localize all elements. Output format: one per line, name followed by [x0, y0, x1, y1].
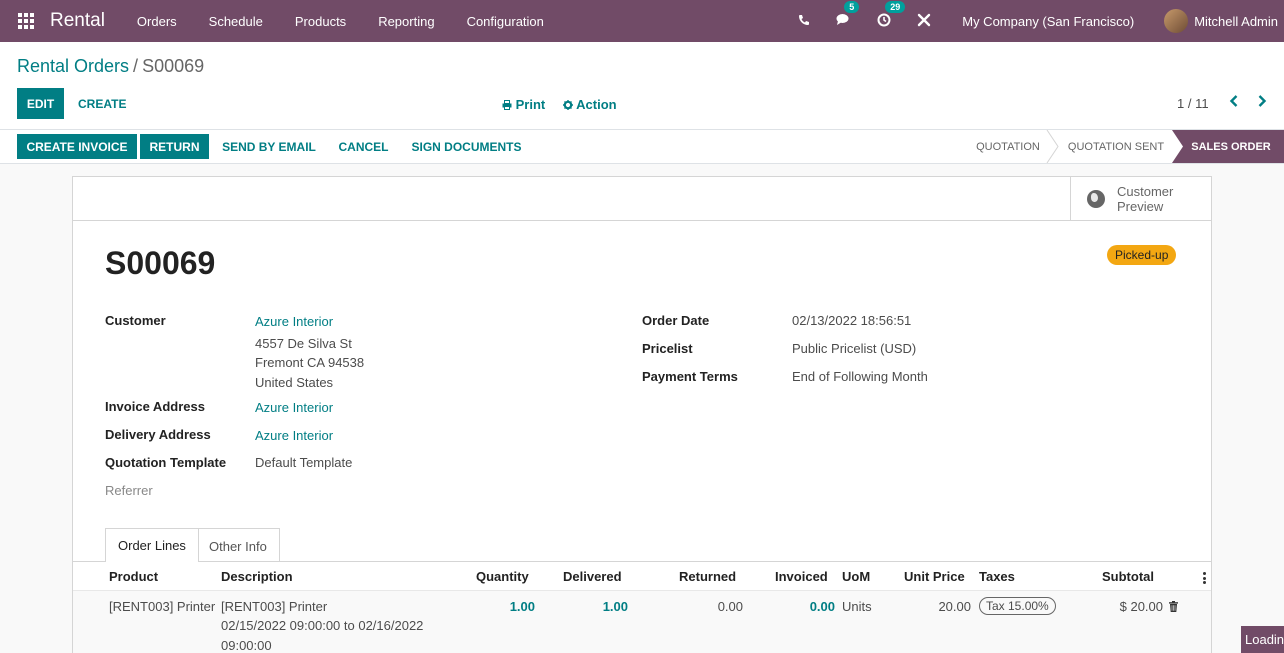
column-taxes[interactable]: Taxes — [979, 569, 1015, 584]
delivery-address-link[interactable]: Azure Interior — [255, 428, 333, 443]
payment-terms-label: Payment Terms — [642, 369, 738, 384]
tools-icon[interactable] — [917, 13, 931, 30]
customer-address-line2: Fremont CA 94538 — [255, 355, 365, 370]
tab-other-info[interactable]: Other Info — [197, 528, 280, 563]
pager-next-icon[interactable] — [1257, 94, 1267, 111]
column-returned[interactable]: Returned — [679, 569, 736, 584]
breadcrumb-current: S00069 — [142, 56, 205, 76]
delivery-address-label: Delivery Address — [105, 427, 211, 442]
pricelist-label: Pricelist — [642, 341, 693, 356]
order-date-value: 02/13/2022 18:56:51 — [792, 313, 912, 328]
stage-quotation[interactable]: QUOTATION — [966, 130, 1050, 163]
stage-divider — [1046, 130, 1059, 163]
apps-menu-icon[interactable] — [18, 13, 34, 29]
user-avatar[interactable] — [1164, 9, 1189, 33]
line-description-1[interactable]: [RENT003] Printer — [221, 599, 327, 614]
action-button[interactable]: Action — [563, 97, 617, 112]
column-quantity[interactable]: Quantity — [476, 569, 529, 584]
quotation-template-label: Quotation Template — [105, 455, 227, 470]
customer-label: Customer — [105, 313, 166, 328]
column-uom[interactable]: UoM — [842, 569, 870, 584]
line-quantity[interactable]: 1.00 — [473, 599, 535, 614]
column-subtotal[interactable]: Subtotal — [1102, 569, 1154, 584]
line-invoiced[interactable]: 0.00 — [773, 599, 835, 614]
stage-sales-order[interactable]: SALES ORDER — [1172, 130, 1284, 163]
customer-preview-button[interactable]: Customer Preview — [1070, 177, 1211, 220]
company-switcher[interactable]: My Company (San Francisco) — [962, 14, 1134, 29]
optional-columns-icon[interactable] — [1203, 572, 1206, 584]
edit-button[interactable]: EDIT — [17, 88, 64, 119]
trash-icon[interactable] — [1169, 601, 1178, 612]
menu-products[interactable]: Products — [279, 14, 362, 29]
print-button[interactable]: Print — [502, 97, 545, 112]
referrer-label: Referrer — [105, 483, 153, 498]
line-product[interactable]: [RENT003] Printer — [109, 599, 215, 614]
pricelist-value: Public Pricelist (USD) — [792, 341, 917, 356]
smart-button-box: Customer Preview — [73, 177, 1211, 221]
globe-icon — [1087, 189, 1105, 208]
menu-configuration[interactable]: Configuration — [451, 14, 560, 29]
breadcrumb-rental-orders[interactable]: Rental Orders — [17, 56, 129, 76]
pager-value[interactable]: 1 / 11 — [1177, 96, 1209, 111]
line-description-2: 02/15/2022 09:00:00 to 02/16/2022 — [221, 618, 424, 633]
form-sheet: Customer Preview Picked-up S00069 Custom… — [72, 176, 1212, 653]
create-button[interactable]: CREATE — [78, 97, 126, 111]
column-unit-price[interactable]: Unit Price — [904, 569, 965, 584]
customer-preview-label: Customer Preview — [1117, 183, 1174, 214]
line-description-3: 09:00:00 — [221, 638, 272, 653]
user-menu[interactable]: Mitchell Admin — [1194, 14, 1278, 29]
messages-icon[interactable]: 5 — [836, 1, 860, 29]
quotation-template-value: Default Template — [255, 455, 353, 470]
line-delivered[interactable]: 1.00 — [563, 599, 628, 614]
control-panel: Rental Orders / S00069 EDIT CREATE Print A… — [0, 42, 1284, 130]
line-subtotal: $ 20.00 — [1119, 599, 1163, 614]
line-uom: Units — [842, 599, 872, 614]
activities-icon[interactable]: 29 — [877, 0, 906, 30]
line-returned: 0.00 — [717, 599, 743, 614]
invoice-address-link[interactable]: Azure Interior — [255, 400, 333, 415]
column-invoiced[interactable]: Invoiced — [775, 569, 828, 584]
breadcrumb: Rental Orders / S00069 — [17, 56, 204, 77]
column-product[interactable]: Product — [109, 569, 158, 584]
activities-badge: 29 — [885, 0, 906, 13]
status-badge: Picked-up — [1107, 245, 1177, 265]
column-delivered[interactable]: Delivered — [563, 569, 622, 584]
breadcrumb-separator: / — [133, 56, 139, 76]
customer-address-line1: 4557 De Silva St — [255, 336, 352, 351]
table-row[interactable]: [RENT003] Printer [RENT003] Printer 02/1… — [73, 591, 1211, 653]
tab-order-lines[interactable]: Order Lines — [105, 528, 199, 563]
app-brand[interactable]: Rental — [50, 10, 105, 32]
menu-orders[interactable]: Orders — [121, 14, 193, 29]
messages-badge: 5 — [844, 1, 860, 13]
send-by-email-button[interactable]: SEND BY EMAIL — [216, 134, 322, 159]
print-icon — [502, 100, 512, 110]
create-invoice-button[interactable]: CREATE INVOICE — [17, 134, 137, 159]
page-title: S00069 — [105, 245, 216, 281]
gear-icon — [563, 100, 573, 110]
action-label: Action — [576, 97, 617, 112]
order-lines-header: Product Description Quantity Delivered R… — [73, 562, 1211, 591]
sign-documents-button[interactable]: SIGN DOCUMENTS — [405, 134, 528, 159]
return-button[interactable]: RETURN — [140, 134, 209, 159]
customer-link[interactable]: Azure Interior — [255, 314, 333, 329]
order-date-label: Order Date — [642, 313, 710, 328]
menu-schedule[interactable]: Schedule — [193, 14, 279, 29]
form-statusbar: CREATE INVOICE RETURN SEND BY EMAIL CANC… — [0, 130, 1284, 164]
print-label: Print — [515, 97, 546, 112]
pager-previous-icon[interactable] — [1229, 94, 1239, 111]
cancel-button[interactable]: CANCEL — [333, 134, 394, 159]
customer-address-line3: United States — [255, 375, 334, 390]
line-unit-price: 20.00 — [938, 599, 971, 614]
tax-tag: Tax 15.00% — [979, 597, 1056, 615]
payment-terms-value: End of Following Month — [792, 369, 928, 384]
stage-quotation-sent[interactable]: QUOTATION SENT — [1060, 130, 1172, 163]
notebook-tabs: Order Lines Other Info — [73, 528, 1211, 563]
phone-icon[interactable] — [798, 13, 810, 29]
top-navbar: Rental Orders Schedule Products Reportin… — [0, 0, 1284, 42]
menu-reporting[interactable]: Reporting — [362, 14, 450, 29]
invoice-address-label: Invoice Address — [105, 399, 205, 414]
column-description[interactable]: Description — [221, 569, 293, 584]
loading-indicator: Loading — [1241, 626, 1284, 653]
